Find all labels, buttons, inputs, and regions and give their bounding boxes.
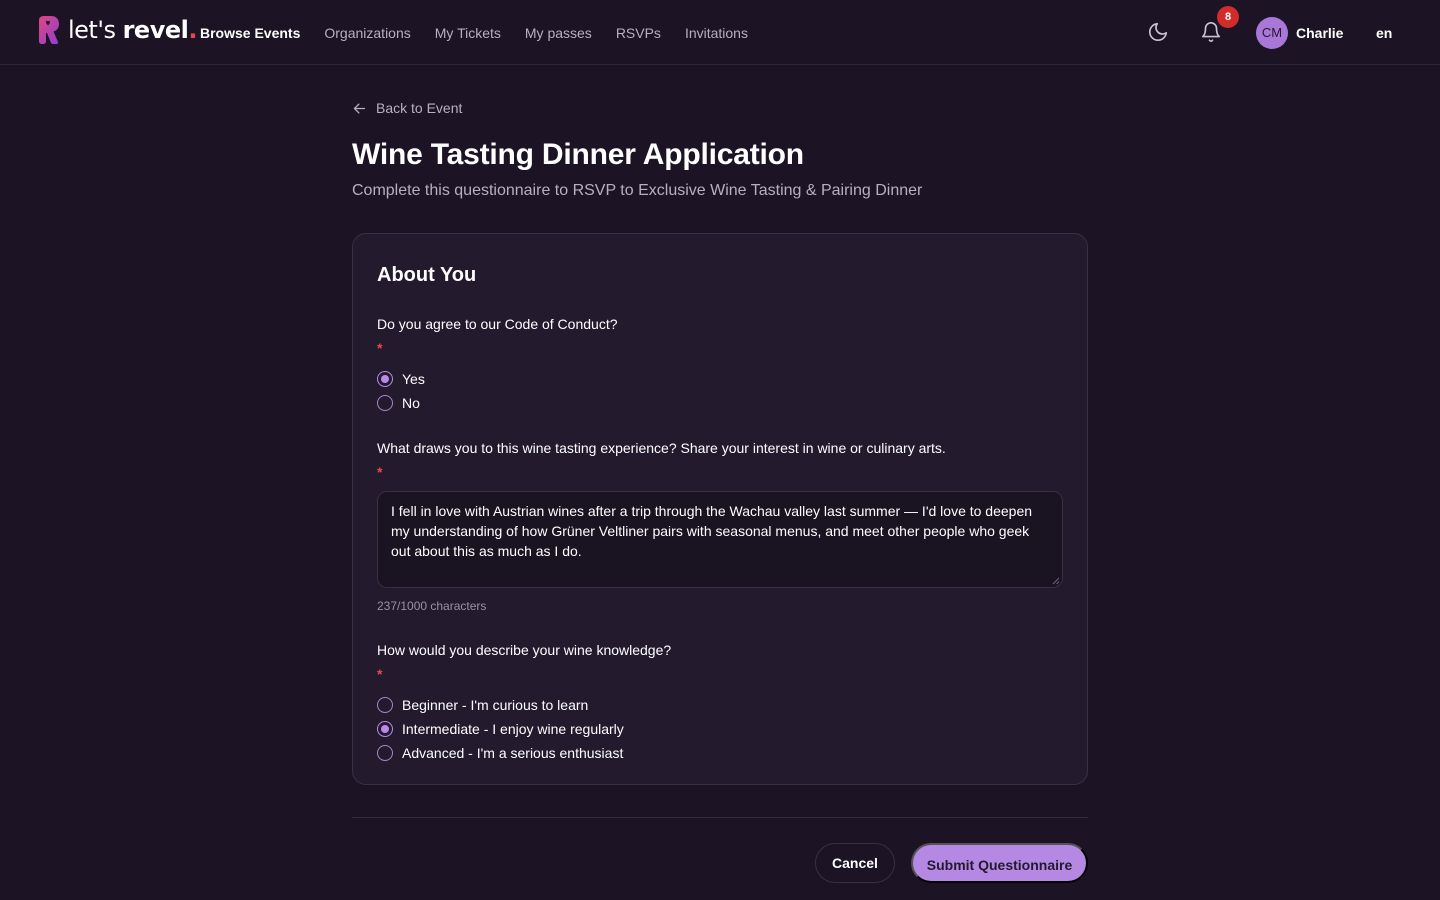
divider: [352, 817, 1088, 818]
logo-wordmark: let's revel.: [68, 16, 197, 44]
page-subtitle: Complete this questionnaire to RSVP to E…: [352, 182, 923, 199]
textarea-value: I fell in love with Austrian wines after…: [391, 503, 1033, 559]
wine-knowledge-question: How would you describe your wine knowled…: [377, 642, 672, 658]
knowledge-beginner-option[interactable]: Beginner - I'm curious to learn: [377, 695, 588, 715]
nav-my-tickets[interactable]: My Tickets: [435, 23, 501, 43]
character-counter: 237/1000 characters: [377, 599, 487, 613]
page-title: Wine Tasting Dinner Application: [352, 138, 804, 171]
back-to-event-link[interactable]: Back to Event: [352, 98, 462, 118]
nav-my-passes[interactable]: My passes: [525, 23, 592, 43]
knowledge-intermediate-option[interactable]: Intermediate - I enjoy wine regularly: [377, 719, 624, 739]
knowledge-advanced-option[interactable]: Advanced - I'm a serious enthusiast: [377, 743, 623, 763]
option-label: No: [402, 395, 420, 411]
code-of-conduct-yes-option[interactable]: Yes: [377, 369, 425, 389]
nav-browse-events[interactable]: Browse Events: [200, 23, 300, 43]
radio-button[interactable]: [377, 697, 393, 713]
option-label: Advanced - I'm a serious enthusiast: [402, 745, 624, 761]
bell-icon: [1201, 22, 1221, 42]
submit-questionnaire-button[interactable]: Submit Questionnaire: [911, 843, 1088, 883]
code-of-conduct-no-option[interactable]: No: [377, 393, 420, 413]
nav-organizations[interactable]: Organizations: [324, 23, 410, 43]
interest-textarea[interactable]: I fell in love with Austrian wines after…: [377, 491, 1063, 588]
required-marker: *: [377, 666, 383, 682]
interest-question: What draws you to this wine tasting expe…: [377, 440, 946, 456]
nav-invitations[interactable]: Invitations: [685, 23, 748, 43]
top-navigation-bar: let's revel. Browse Events Organizations…: [0, 0, 1440, 65]
required-marker: *: [377, 340, 383, 356]
section-title: About You: [377, 264, 477, 286]
moon-icon: [1148, 22, 1168, 42]
radio-button-checked[interactable]: [377, 721, 393, 737]
radio-button[interactable]: [377, 745, 393, 761]
required-marker: *: [377, 464, 383, 480]
option-label: Beginner - I'm curious to learn: [402, 697, 589, 713]
notifications-button[interactable]: [1200, 21, 1222, 43]
notification-count-badge: 8: [1217, 6, 1239, 28]
option-label: Intermediate - I enjoy wine regularly: [402, 721, 624, 737]
main-nav: Browse Events Organizations My Tickets M…: [200, 23, 748, 43]
nav-rsvps[interactable]: RSVPs: [616, 23, 661, 43]
theme-toggle-button[interactable]: [1147, 21, 1169, 43]
language-selector[interactable]: en: [1376, 23, 1392, 43]
code-of-conduct-question: Do you agree to our Code of Conduct?: [377, 316, 618, 332]
username[interactable]: Charlie: [1296, 23, 1343, 43]
resize-handle-icon[interactable]: [1052, 577, 1060, 585]
logo-icon: [39, 16, 59, 44]
radio-button[interactable]: [377, 395, 393, 411]
logo[interactable]: let's revel.: [36, 15, 197, 45]
cancel-button[interactable]: Cancel: [815, 843, 895, 883]
arrow-left-icon: [353, 103, 366, 113]
radio-button-checked[interactable]: [377, 371, 393, 387]
option-label: Yes: [402, 371, 425, 387]
questionnaire-card: About You Do you agree to our Code of Co…: [352, 233, 1088, 785]
avatar[interactable]: CM: [1256, 17, 1288, 49]
back-label: Back to Event: [376, 100, 463, 116]
